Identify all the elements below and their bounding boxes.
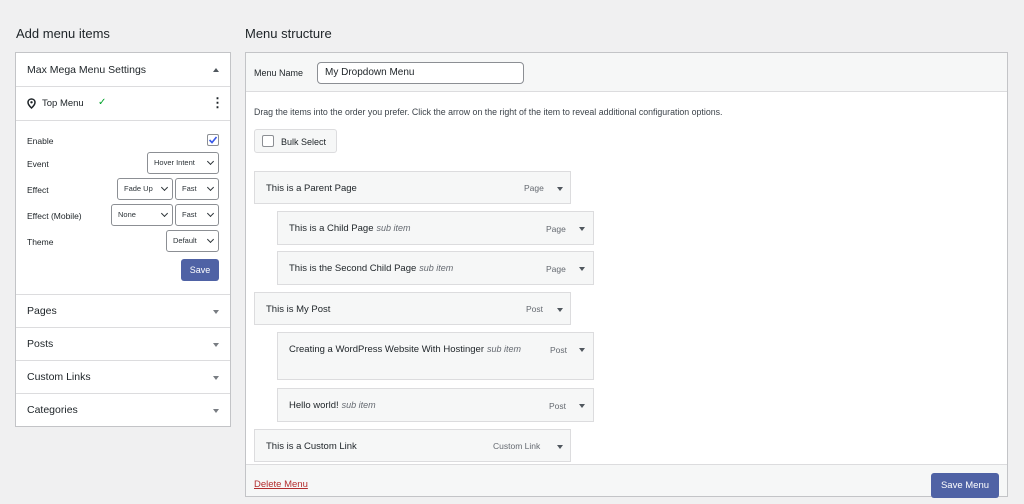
add-menu-items-panel: Max Mega Menu Settings Top Menu ✓ ⋮ Enab… bbox=[15, 52, 231, 427]
section-posts[interactable]: Posts bbox=[16, 328, 230, 361]
enable-label: Enable bbox=[27, 136, 53, 146]
section-pages-title: Pages bbox=[27, 305, 57, 317]
mega-menu-settings-title: Max Mega Menu Settings bbox=[27, 64, 146, 76]
expand-arrow-icon[interactable] bbox=[557, 308, 563, 312]
more-options-icon[interactable]: ⋮ bbox=[211, 96, 224, 109]
menu-location-row: Top Menu ✓ ⋮ bbox=[16, 87, 230, 121]
menu-item[interactable]: This is a Custom Link Custom Link bbox=[254, 429, 571, 462]
expand-arrow-icon[interactable] bbox=[579, 348, 585, 352]
effect-speed-value: Fast bbox=[182, 184, 197, 193]
menu-item-type: Page bbox=[524, 183, 544, 193]
menu-footer: Delete Menu Save Menu bbox=[246, 464, 1007, 496]
menu-item-type: Post bbox=[549, 401, 566, 411]
sub-item-tag: sub item bbox=[376, 223, 410, 233]
menu-location-label: Top Menu bbox=[42, 98, 84, 109]
menu-item-type: Post bbox=[526, 304, 543, 314]
bulk-select-button[interactable]: Bulk Select bbox=[254, 129, 337, 153]
expand-down-icon[interactable] bbox=[213, 343, 219, 347]
location-pin-icon bbox=[27, 98, 36, 109]
expand-arrow-icon[interactable] bbox=[557, 445, 563, 449]
enable-checkbox[interactable] bbox=[207, 134, 219, 146]
theme-select[interactable]: Default bbox=[166, 230, 219, 252]
save-button[interactable]: Save bbox=[181, 259, 219, 281]
menu-item[interactable]: This is My Post Post bbox=[254, 292, 571, 325]
chevron-down-icon bbox=[207, 158, 214, 165]
event-select[interactable]: Hover Intent bbox=[147, 152, 219, 174]
delete-menu-link[interactable]: Delete Menu bbox=[254, 479, 308, 490]
expand-arrow-icon[interactable] bbox=[579, 404, 585, 408]
event-label: Event bbox=[27, 159, 49, 169]
menu-item-title: This is My Post bbox=[266, 304, 330, 315]
menu-item-type: Page bbox=[546, 264, 566, 274]
mega-menu-settings-header[interactable]: Max Mega Menu Settings bbox=[16, 53, 230, 87]
menu-name-bar: Menu Name My Dropdown Menu bbox=[246, 53, 1007, 92]
effect-label: Effect bbox=[27, 185, 49, 195]
menu-item[interactable]: Creating a WordPress Website With Hostin… bbox=[277, 332, 594, 380]
chevron-down-icon bbox=[207, 236, 214, 243]
section-categories-title: Categories bbox=[27, 404, 78, 416]
menu-item-title: This is a Custom Link bbox=[266, 441, 357, 452]
bulk-select-checkbox[interactable] bbox=[262, 135, 274, 147]
effect-speed-select[interactable]: Fast bbox=[175, 178, 219, 200]
menu-item[interactable]: This is a Parent Page Page bbox=[254, 171, 571, 204]
collapse-up-icon[interactable] bbox=[213, 68, 219, 72]
expand-arrow-icon[interactable] bbox=[579, 267, 585, 271]
checkmark-icon: ✓ bbox=[98, 97, 106, 108]
sub-item-tag: sub item bbox=[342, 400, 376, 410]
theme-value: Default bbox=[173, 236, 197, 245]
expand-arrow-icon[interactable] bbox=[579, 227, 585, 231]
menu-structure-panel: Menu Name My Dropdown Menu Drag the item… bbox=[245, 52, 1008, 497]
menu-name-input[interactable]: My Dropdown Menu bbox=[317, 62, 524, 84]
chevron-down-icon bbox=[207, 210, 214, 217]
save-menu-button[interactable]: Save Menu bbox=[931, 473, 999, 498]
expand-down-icon[interactable] bbox=[213, 310, 219, 314]
chevron-down-icon bbox=[161, 184, 168, 191]
effect-select-value: Fade Up bbox=[124, 184, 153, 193]
menu-structure-heading: Menu structure bbox=[245, 26, 332, 41]
add-menu-items-heading: Add menu items bbox=[16, 26, 110, 41]
check-icon bbox=[208, 135, 218, 145]
menu-item-title: This is the Second Child Pagesub item bbox=[289, 263, 453, 274]
event-select-value: Hover Intent bbox=[154, 158, 195, 167]
menu-item[interactable]: Hello world!sub item Post bbox=[277, 388, 594, 422]
menu-item-type: Custom Link bbox=[493, 441, 540, 451]
section-posts-title: Posts bbox=[27, 338, 53, 350]
effect-mobile-speed-value: Fast bbox=[182, 210, 197, 219]
effect-select[interactable]: Fade Up bbox=[117, 178, 173, 200]
bulk-select-label: Bulk Select bbox=[281, 137, 326, 147]
expand-down-icon[interactable] bbox=[213, 409, 219, 413]
menu-item-title: This is a Child Pagesub item bbox=[289, 223, 411, 234]
mega-menu-settings-body: Enable Event Hover Intent Effect Fade Up… bbox=[16, 121, 230, 295]
instructions-text: Drag the items into the order you prefer… bbox=[254, 107, 722, 117]
section-custom-links-title: Custom Links bbox=[27, 371, 91, 383]
menu-item-title: Hello world!sub item bbox=[289, 400, 376, 411]
effect-mobile-label: Effect (Mobile) bbox=[27, 211, 82, 221]
expand-down-icon[interactable] bbox=[213, 376, 219, 380]
chevron-down-icon bbox=[207, 184, 214, 191]
menu-item-title: This is a Parent Page bbox=[266, 183, 357, 194]
section-categories[interactable]: Categories bbox=[16, 394, 230, 427]
theme-label: Theme bbox=[27, 237, 53, 247]
expand-arrow-icon[interactable] bbox=[557, 187, 563, 191]
menu-item-type: Page bbox=[546, 224, 566, 234]
sub-item-tag: sub item bbox=[419, 263, 453, 273]
effect-mobile-select[interactable]: None bbox=[111, 204, 173, 226]
menu-item[interactable]: This is the Second Child Pagesub item Pa… bbox=[277, 251, 594, 285]
menu-item-type: Post bbox=[550, 345, 567, 355]
menu-item[interactable]: This is a Child Pagesub item Page bbox=[277, 211, 594, 245]
menu-item-title: Creating a WordPress Website With Hostin… bbox=[289, 344, 521, 355]
sub-item-tag: sub item bbox=[487, 344, 521, 354]
effect-mobile-value: None bbox=[118, 210, 136, 219]
chevron-down-icon bbox=[161, 210, 168, 217]
section-custom-links[interactable]: Custom Links bbox=[16, 361, 230, 394]
effect-mobile-speed-select[interactable]: Fast bbox=[175, 204, 219, 226]
menu-name-label: Menu Name bbox=[254, 68, 303, 78]
section-pages[interactable]: Pages bbox=[16, 295, 230, 328]
